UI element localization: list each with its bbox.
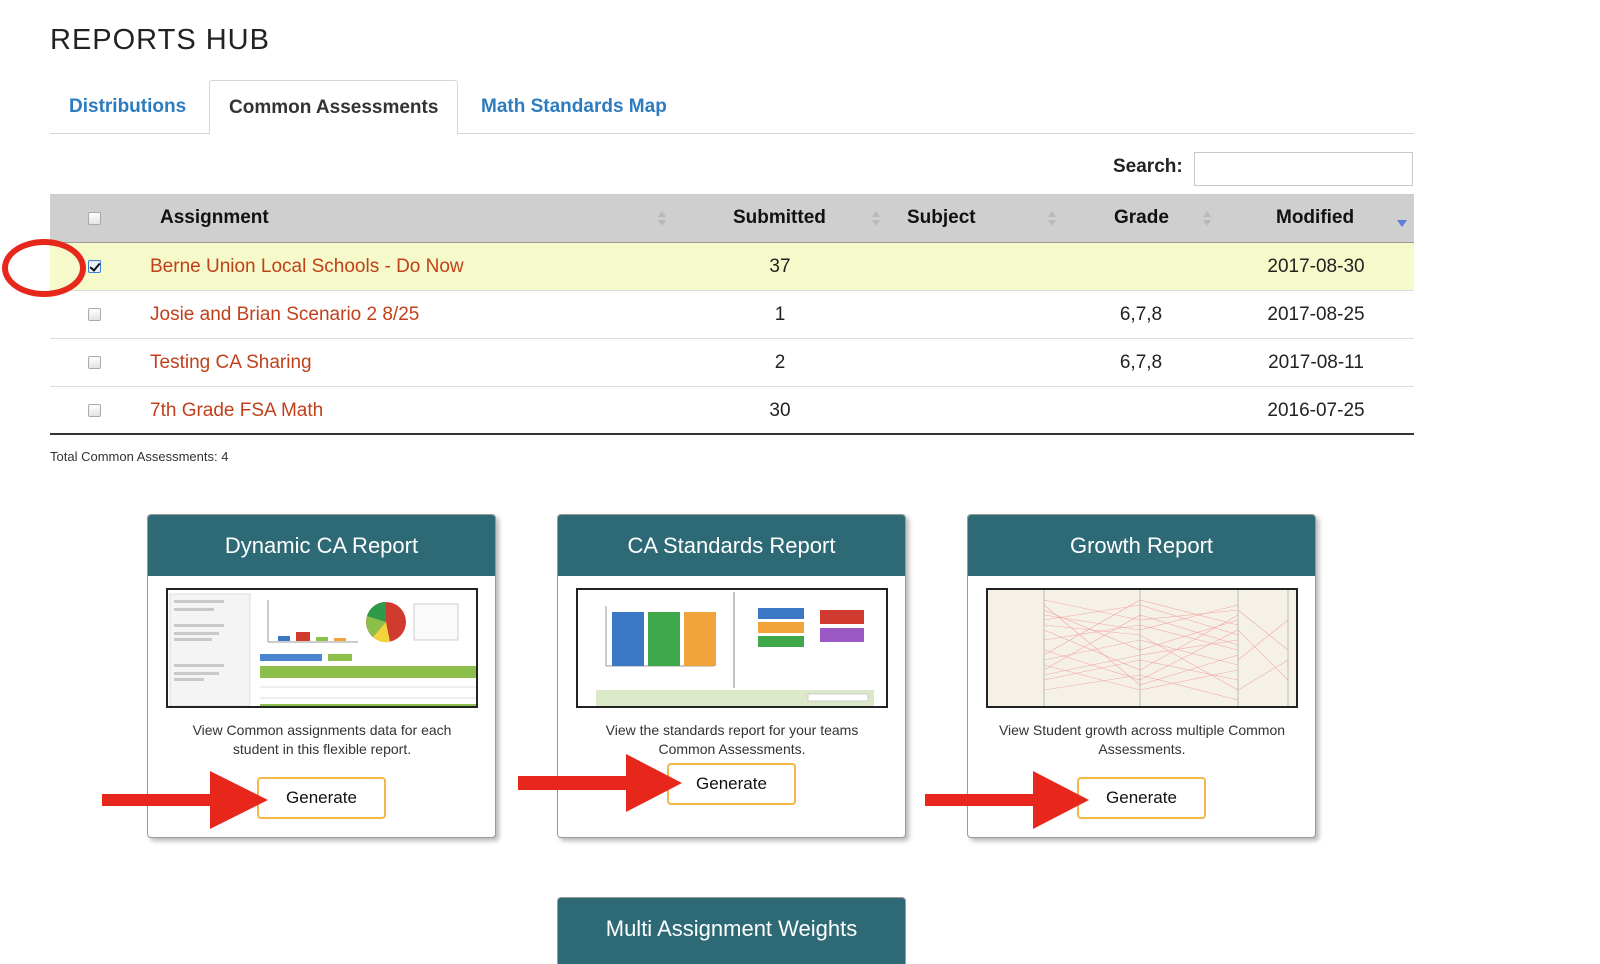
assessments-table: Assignment Submitted Subject Grade Modif… xyxy=(50,194,1414,435)
row-checkbox[interactable] xyxy=(88,260,101,273)
total-count-label: Total Common Assessments: 4 xyxy=(50,449,229,464)
page-title: REPORTS HUB xyxy=(50,24,270,56)
generate-growth-report-button[interactable]: Generate xyxy=(1077,777,1206,819)
select-all-checkbox[interactable] xyxy=(88,212,101,225)
modified-date: 2017-08-30 xyxy=(1267,256,1365,277)
row-checkbox[interactable] xyxy=(88,356,101,369)
sort-icon[interactable] xyxy=(872,211,880,227)
generate-ca-standards-button[interactable]: Generate xyxy=(667,763,796,805)
search-label: Search: xyxy=(1113,156,1183,177)
submitted-count: 1 xyxy=(774,304,786,325)
table-row[interactable]: Berne Union Local Schools - Do Now 37 20… xyxy=(50,243,1414,291)
grade-value: 6,7,8 xyxy=(1119,352,1163,373)
modified-date: 2016-07-25 xyxy=(1267,400,1365,421)
annotation-arrow xyxy=(925,771,1089,829)
tab-distributions[interactable]: Distributions xyxy=(50,80,205,134)
assignment-link[interactable]: Berne Union Local Schools - Do Now xyxy=(150,243,464,290)
grade-value xyxy=(1091,243,1191,290)
sort-icon[interactable] xyxy=(1048,211,1056,227)
card-description: View Common assignments data for each st… xyxy=(192,722,452,757)
table-header: Assignment Submitted Subject Grade Modif… xyxy=(50,194,1414,243)
annotation-circle xyxy=(2,239,86,297)
card-title: Growth Report xyxy=(968,515,1315,576)
column-assignment[interactable]: Assignment xyxy=(160,194,269,243)
sort-icon[interactable] xyxy=(1203,211,1211,227)
grade-value xyxy=(1091,387,1191,434)
column-submitted[interactable]: Submitted xyxy=(733,194,826,243)
assignment-link[interactable]: Testing CA Sharing xyxy=(150,339,312,386)
submitted-count: 37 xyxy=(769,256,791,277)
table-row[interactable]: 7th Grade FSA Math 30 2016-07-25 xyxy=(50,387,1414,435)
column-subject[interactable]: Subject xyxy=(907,194,976,243)
card-title: Dynamic CA Report xyxy=(148,515,495,576)
report-preview-image xyxy=(576,588,888,708)
row-checkbox[interactable] xyxy=(88,404,101,417)
column-modified[interactable]: Modified xyxy=(1276,194,1354,243)
table-row[interactable]: Testing CA Sharing 2 6,7,8 2017-08-11 xyxy=(50,339,1414,387)
submitted-count: 30 xyxy=(769,400,791,421)
annotation-arrow xyxy=(102,771,268,829)
table-row[interactable]: Josie and Brian Scenario 2 8/25 1 6,7,8 … xyxy=(50,291,1414,339)
grade-value: 6,7,8 xyxy=(1119,304,1163,325)
submitted-count: 2 xyxy=(774,352,786,373)
card-title: Multi Assignment Weights xyxy=(605,916,858,941)
card-description: View Student growth across multiple Comm… xyxy=(998,722,1286,757)
row-checkbox[interactable] xyxy=(88,308,101,321)
report-card-multi-assignment-weights: Multi Assignment Weights xyxy=(557,897,906,964)
assignment-link[interactable]: 7th Grade FSA Math xyxy=(150,387,323,434)
search-input[interactable] xyxy=(1194,152,1413,186)
report-preview-image xyxy=(986,588,1298,708)
generate-dynamic-ca-button[interactable]: Generate xyxy=(257,777,386,819)
tab-math-standards-map[interactable]: Math Standards Map xyxy=(462,80,686,134)
modified-date: 2017-08-25 xyxy=(1267,304,1365,325)
sort-descending-icon[interactable] xyxy=(1397,220,1407,227)
card-title: CA Standards Report xyxy=(558,515,905,576)
annotation-arrow xyxy=(518,754,682,812)
tab-bar: Distributions Common Assessments Math St… xyxy=(50,80,1414,135)
sort-icon[interactable] xyxy=(658,211,666,227)
column-grade[interactable]: Grade xyxy=(1114,194,1169,243)
tab-common-assessments[interactable]: Common Assessments xyxy=(209,80,459,135)
report-preview-image xyxy=(166,588,478,708)
assignment-link[interactable]: Josie and Brian Scenario 2 8/25 xyxy=(150,291,419,338)
modified-date: 2017-08-11 xyxy=(1268,352,1364,373)
